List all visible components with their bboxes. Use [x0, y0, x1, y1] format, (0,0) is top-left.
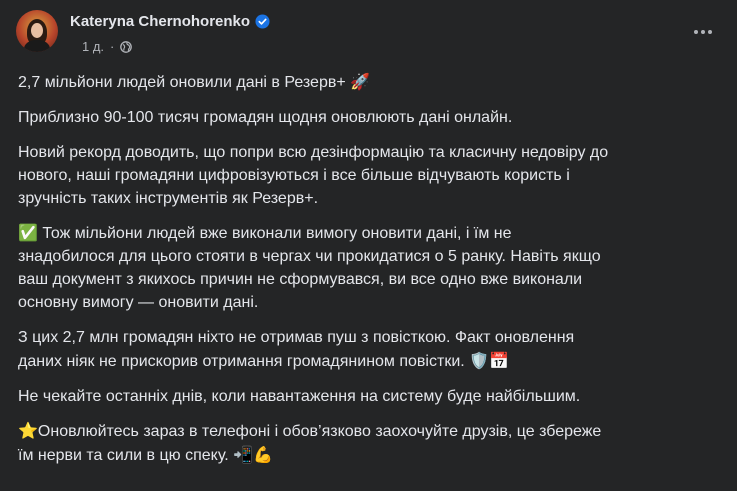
- globe-icon[interactable]: [120, 40, 133, 53]
- rocket-emoji: 🚀: [350, 72, 371, 91]
- facebook-post: Kateryna Chernohorenko 1 д. · 2,7 мільйо…: [0, 0, 737, 491]
- post-timestamp[interactable]: 1 д.: [82, 39, 104, 54]
- post-body: 2,7 мільйони людей оновили дані в Резерв…: [18, 70, 718, 479]
- avatar-body: [24, 40, 50, 52]
- paragraph-6-text: Не чекайте останніх днів, коли навантаже…: [18, 388, 581, 405]
- paragraph-4-text: ✅ Тож мільйони людей вже виконали вимогу…: [18, 225, 601, 311]
- paragraph-3-text: Новий рекорд доводить, що попри всю дезі…: [18, 144, 609, 207]
- post-paragraph-7: ⭐Оновлюйтесь зараз в телефоні і обов’язк…: [18, 420, 718, 467]
- author-header: Kateryna Chernohorenko: [70, 13, 270, 30]
- paragraph-7-text: ⭐Оновлюйтесь зараз в телефоні і обов’язк…: [18, 423, 602, 464]
- author-avatar[interactable]: [16, 10, 58, 52]
- meta-separator: ·: [110, 39, 115, 54]
- verified-badge-icon: [255, 14, 270, 29]
- post-paragraph-4: ✅ Тож мільйони людей вже виконали вимогу…: [18, 222, 718, 314]
- phone-muscle-emoji: 📲💪: [233, 445, 273, 464]
- post-paragraph-3: Новий рекорд доводить, що попри всю дезі…: [18, 141, 718, 210]
- paragraph-2-text: Приблизно 90-100 тисяч громадян щодня он…: [18, 109, 513, 126]
- post-paragraph-1: 2,7 мільйони людей оновили дані в Резерв…: [18, 70, 718, 94]
- more-options-icon[interactable]: [685, 14, 721, 50]
- dot-2: [701, 30, 705, 34]
- paragraph-1-text: 2,7 мільйони людей оновили дані в Резерв…: [18, 74, 351, 91]
- dot-1: [694, 30, 698, 34]
- post-paragraph-6: Не чекайте останніх днів, коли навантаже…: [18, 385, 718, 408]
- post-meta: 1 д. ·: [82, 39, 133, 54]
- post-paragraph-2: Приблизно 90-100 тисяч громадян щодня он…: [18, 106, 718, 129]
- avatar-face: [31, 23, 43, 38]
- author-name[interactable]: Kateryna Chernohorenko: [70, 13, 250, 30]
- dot-3: [708, 30, 712, 34]
- post-paragraph-5: З цих 2,7 млн громадян ніхто не отримав …: [18, 326, 718, 373]
- shield-calendar-emoji: 🛡️📅: [469, 351, 509, 370]
